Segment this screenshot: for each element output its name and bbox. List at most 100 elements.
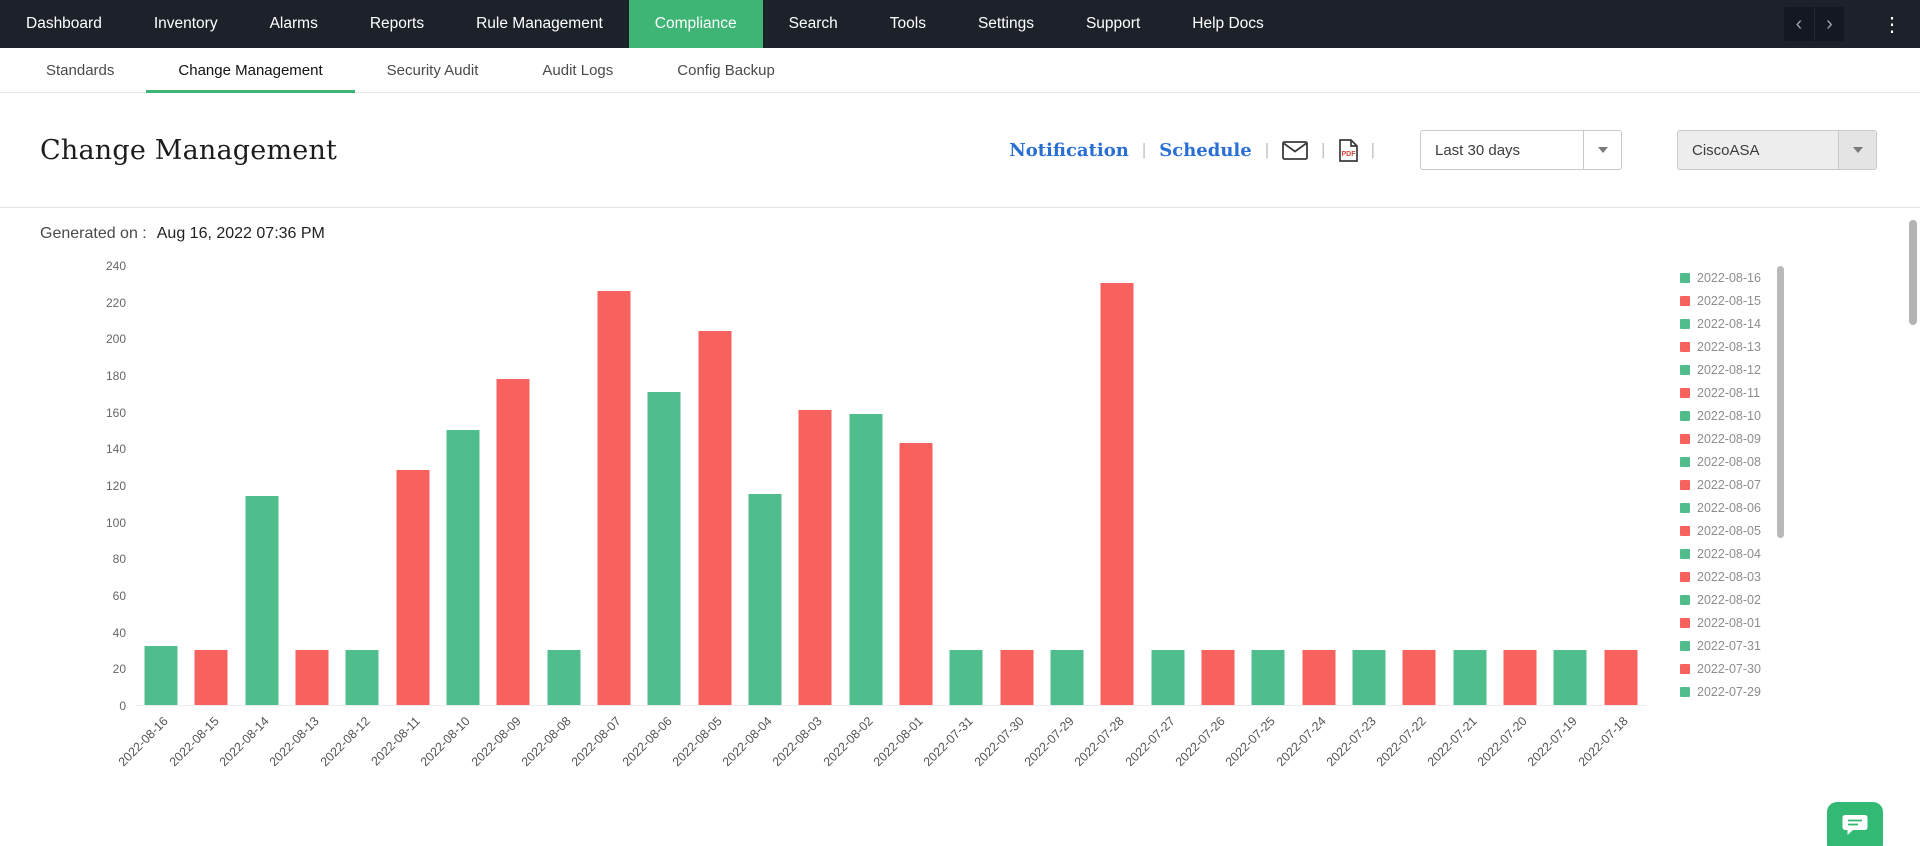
bar-2022-07-20[interactable] <box>1504 650 1537 705</box>
nav-scroll-right-button[interactable]: › <box>1814 7 1844 41</box>
feedback-button[interactable] <box>1827 802 1883 846</box>
bar-2022-08-04[interactable] <box>749 494 782 705</box>
legend-item-2022-08-13[interactable]: 2022-08-13 <box>1680 335 1761 358</box>
bar-slot: 2022-08-12 <box>337 266 387 705</box>
x-axis-label: 2022-08-11 <box>368 714 422 768</box>
bar-2022-08-06[interactable] <box>648 392 681 706</box>
tab-security-audit[interactable]: Security Audit <box>355 48 511 92</box>
header-controls: Notification | Schedule | | PDF | Last 3… <box>1009 130 1877 170</box>
bar-2022-07-23[interactable] <box>1353 650 1386 705</box>
generated-on-row: Generated on : Aug 16, 2022 07:36 PM <box>0 208 1920 260</box>
bar-2022-07-29[interactable] <box>1051 650 1084 705</box>
legend-item-2022-08-03[interactable]: 2022-08-03 <box>1680 565 1761 588</box>
legend-item-2022-08-01[interactable]: 2022-08-01 <box>1680 611 1761 634</box>
nav-item-dashboard[interactable]: Dashboard <box>0 0 128 48</box>
legend-item-2022-08-10[interactable]: 2022-08-10 <box>1680 404 1761 427</box>
legend-label: 2022-08-14 <box>1697 317 1761 331</box>
bar-2022-07-21[interactable] <box>1453 650 1486 705</box>
schedule-link[interactable]: Schedule <box>1159 140 1251 161</box>
legend-item-2022-08-11[interactable]: 2022-08-11 <box>1680 381 1761 404</box>
tab-config-backup[interactable]: Config Backup <box>645 48 807 92</box>
bar-2022-08-05[interactable] <box>698 331 731 705</box>
legend-label: 2022-08-13 <box>1697 340 1761 354</box>
nav-item-help-docs[interactable]: Help Docs <box>1166 0 1290 48</box>
window-scrollbar[interactable] <box>1909 170 1917 846</box>
nav-item-support[interactable]: Support <box>1060 0 1166 48</box>
bar-2022-07-31[interactable] <box>950 650 983 705</box>
bar-2022-07-27[interactable] <box>1151 650 1184 705</box>
nav-item-tools[interactable]: Tools <box>864 0 952 48</box>
period-dropdown[interactable]: Last 30 days <box>1420 130 1622 170</box>
bar-2022-07-22[interactable] <box>1403 650 1436 705</box>
bar-2022-07-18[interactable] <box>1604 650 1637 705</box>
nav-item-inventory[interactable]: Inventory <box>128 0 244 48</box>
pdf-export-icon[interactable]: PDF <box>1339 139 1358 162</box>
window-scrollbar-thumb[interactable] <box>1909 220 1917 325</box>
bar-2022-08-12[interactable] <box>346 650 379 705</box>
notification-link[interactable]: Notification <box>1009 140 1129 161</box>
bar-slot: 2022-08-09 <box>488 266 538 705</box>
bar-2022-08-01[interactable] <box>900 443 933 705</box>
bar-2022-07-28[interactable] <box>1101 283 1134 705</box>
page-title: Change Management <box>40 135 337 166</box>
bar-2022-08-14[interactable] <box>245 496 278 705</box>
overflow-menu-button[interactable]: ⋮ <box>1882 12 1902 37</box>
x-axis-label: 2022-08-06 <box>619 714 674 769</box>
bar-slot: 2022-07-27 <box>1143 266 1193 705</box>
legend-item-2022-08-12[interactable]: 2022-08-12 <box>1680 358 1761 381</box>
bar-2022-07-24[interactable] <box>1302 650 1335 705</box>
page-header: Change Management Notification | Schedul… <box>0 93 1920 208</box>
bar-2022-08-03[interactable] <box>799 410 832 705</box>
legend-item-2022-08-06[interactable]: 2022-08-06 <box>1680 496 1761 519</box>
legend-item-2022-08-02[interactable]: 2022-08-02 <box>1680 588 1761 611</box>
bar-2022-08-16[interactable] <box>145 646 178 705</box>
tab-change-management[interactable]: Change Management <box>146 48 354 92</box>
mail-icon[interactable] <box>1282 141 1308 160</box>
x-axis-label: 2022-07-26 <box>1173 714 1228 769</box>
bar-2022-08-15[interactable] <box>195 650 228 705</box>
bar-2022-07-25[interactable] <box>1252 650 1285 705</box>
bar-slot: 2022-08-08 <box>539 266 589 705</box>
legend-item-2022-08-09[interactable]: 2022-08-09 <box>1680 427 1761 450</box>
legend-item-2022-08-05[interactable]: 2022-08-05 <box>1680 519 1761 542</box>
bar-2022-08-08[interactable] <box>547 650 580 705</box>
nav-item-compliance[interactable]: Compliance <box>629 0 763 48</box>
bar-2022-07-19[interactable] <box>1554 650 1587 705</box>
bar-2022-08-02[interactable] <box>849 414 882 706</box>
legend-swatch <box>1680 365 1690 375</box>
legend-item-2022-08-14[interactable]: 2022-08-14 <box>1680 312 1761 335</box>
legend-scrollbar[interactable] <box>1777 266 1784 706</box>
bar-2022-08-11[interactable] <box>396 470 429 705</box>
legend-item-2022-07-31[interactable]: 2022-07-31 <box>1680 634 1761 657</box>
bar-slot: 2022-07-23 <box>1344 266 1394 705</box>
legend-item-2022-07-29[interactable]: 2022-07-29 <box>1680 680 1761 703</box>
tab-standards[interactable]: Standards <box>14 48 146 92</box>
nav-item-alarms[interactable]: Alarms <box>244 0 344 48</box>
nav-item-search[interactable]: Search <box>763 0 864 48</box>
bar-2022-07-26[interactable] <box>1202 650 1235 705</box>
bar-2022-08-10[interactable] <box>447 430 480 705</box>
bar-2022-08-13[interactable] <box>296 650 329 705</box>
legend-item-2022-08-16[interactable]: 2022-08-16 <box>1680 266 1761 289</box>
tab-audit-logs[interactable]: Audit Logs <box>510 48 645 92</box>
bar-2022-07-30[interactable] <box>1000 650 1033 705</box>
legend-swatch <box>1680 572 1690 582</box>
nav-item-reports[interactable]: Reports <box>344 0 450 48</box>
bar-slot: 2022-08-10 <box>438 266 488 705</box>
legend-item-2022-08-15[interactable]: 2022-08-15 <box>1680 289 1761 312</box>
legend-item-2022-07-30[interactable]: 2022-07-30 <box>1680 657 1761 680</box>
chat-icon <box>1841 813 1869 846</box>
bar-slot: 2022-07-21 <box>1445 266 1495 705</box>
bar-2022-08-07[interactable] <box>598 291 631 705</box>
nav-scroll-left-button[interactable]: ‹ <box>1784 7 1814 41</box>
device-dropdown[interactable]: CiscoASA <box>1677 130 1877 170</box>
legend-item-2022-08-08[interactable]: 2022-08-08 <box>1680 450 1761 473</box>
nav-item-settings[interactable]: Settings <box>952 0 1060 48</box>
legend-scrollbar-thumb[interactable] <box>1777 266 1784 538</box>
nav-item-rule-management[interactable]: Rule Management <box>450 0 629 48</box>
bar-2022-08-09[interactable] <box>497 379 530 705</box>
legend-item-2022-08-07[interactable]: 2022-08-07 <box>1680 473 1761 496</box>
legend-item-2022-08-04[interactable]: 2022-08-04 <box>1680 542 1761 565</box>
x-axis-label: 2022-07-22 <box>1374 714 1429 769</box>
legend-swatch <box>1680 342 1690 352</box>
